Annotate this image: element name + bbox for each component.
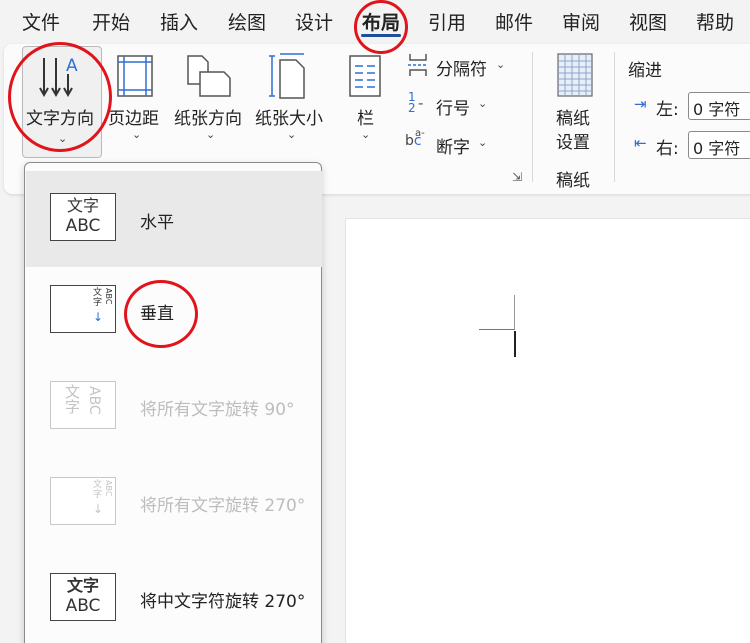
rotate-cjk-text-icon: 文字 ABC — [50, 573, 116, 621]
indent-right-label: 右: — [656, 139, 679, 159]
tab-review[interactable]: 审阅 — [562, 8, 600, 35]
group-divider — [532, 52, 533, 182]
indent-right-input[interactable]: 0 字符 — [688, 131, 750, 159]
indent-left-label: 左: — [656, 100, 679, 120]
columns-button[interactable]: 栏 — [357, 104, 374, 129]
chevron-down-icon: ⌄ — [478, 97, 488, 110]
menu-item-rotate-cjk-270[interactable]: 文字 ABC 将中文字符旋转 270° — [26, 555, 322, 643]
horizontal-text-icon: 文字 ABC — [50, 193, 116, 241]
menu-item-label: 水平 — [140, 213, 174, 233]
tab-insert[interactable]: 插入 — [160, 8, 198, 35]
menu-item-label: 将中文字符旋转 270° — [140, 592, 306, 612]
columns-icon[interactable] — [348, 54, 382, 98]
menu-item-horizontal[interactable]: 文字 ABC 水平 — [26, 171, 322, 267]
active-tab-indicator — [361, 34, 401, 37]
tab-file[interactable]: 文件 — [22, 8, 60, 35]
margin-corner-mark — [514, 295, 515, 329]
tab-home[interactable]: 开始 — [92, 8, 130, 35]
document-page[interactable] — [345, 218, 750, 643]
rotate-90-text-icon: 文字 ABC — [50, 381, 116, 429]
tab-draw[interactable]: 绘图 — [228, 8, 266, 35]
indent-right-icon: ⇤ — [634, 134, 647, 152]
menu-item-label: 将所有文字旋转 270° — [140, 496, 306, 516]
chevron-down-icon: ⌄ — [206, 128, 216, 141]
hyphenation-icon-sup: a- — [415, 128, 425, 139]
text-cursor — [514, 331, 516, 357]
chevron-down-icon: ⌄ — [58, 132, 68, 145]
menu-item-vertical[interactable]: 文字 ABC ↓ 垂直 — [26, 267, 322, 363]
line-numbers-icon: 12 — [408, 90, 416, 115]
dialog-launcher-icon[interactable]: ⇲ — [512, 170, 522, 184]
text-direction-dropdown: 文字 ABC 水平 文字 ABC ↓ 垂直 文字 ABC 将所有文字旋转 90°… — [24, 162, 322, 643]
indent-title: 缩进 — [628, 61, 662, 81]
breaks-icon — [408, 54, 428, 76]
menu-item-label: 垂直 — [140, 304, 174, 324]
chevron-down-icon: ⌄ — [361, 128, 371, 141]
rotate-270-text-icon: 文字 ABC ↓ — [50, 477, 116, 525]
ribbon-tabs: 文件 开始 插入 绘图 设计 布局 引用 邮件 审阅 视图 帮助 — [0, 0, 750, 42]
vertical-text-icon: 文字 ABC ↓ — [50, 285, 116, 333]
paper-size-button[interactable]: 纸张大小 — [255, 104, 323, 129]
draft-group-label: 稿纸 — [556, 171, 590, 191]
group-divider — [614, 52, 615, 182]
menu-item-rotate-90: 文字 ABC 将所有文字旋转 90° — [26, 363, 322, 459]
orientation-button[interactable]: 纸张方向 — [174, 104, 242, 129]
chevron-down-icon: ⌄ — [478, 136, 488, 149]
hyphenation-button[interactable]: 断字 — [436, 133, 470, 158]
indent-left-input[interactable]: 0 字符 — [688, 92, 750, 120]
draft-paper-label-1[interactable]: 稿纸 — [556, 104, 590, 129]
draft-paper-icon[interactable] — [556, 52, 594, 98]
tab-design[interactable]: 设计 — [295, 8, 333, 35]
text-direction-icon: A — [39, 56, 78, 98]
chevron-down-icon: ⌄ — [496, 58, 506, 71]
tab-view[interactable]: 视图 — [629, 8, 667, 35]
margin-corner-mark — [479, 329, 515, 330]
breaks-button[interactable]: 分隔符 — [436, 55, 487, 80]
tab-mailings[interactable]: 邮件 — [495, 8, 533, 35]
orientation-icon[interactable] — [186, 54, 234, 98]
menu-item-rotate-270: 文字 ABC ↓ 将所有文字旋转 270° — [26, 459, 322, 555]
margins-icon[interactable] — [116, 54, 156, 98]
draft-paper-label-2[interactable]: 设置 — [556, 128, 590, 153]
chevron-down-icon: ⌄ — [287, 128, 297, 141]
line-numbers-icon-dashes: - — [418, 94, 424, 112]
chevron-down-icon: ⌄ — [132, 128, 142, 141]
tab-references[interactable]: 引用 — [428, 8, 466, 35]
line-numbers-button[interactable]: 行号 — [436, 94, 470, 119]
tab-layout[interactable]: 布局 — [362, 8, 400, 35]
tab-help[interactable]: 帮助 — [696, 8, 734, 35]
margins-button[interactable]: 页边距 — [108, 104, 159, 129]
menu-item-label: 将所有文字旋转 90° — [140, 400, 295, 420]
svg-text:A: A — [66, 56, 78, 76]
paper-size-icon[interactable] — [268, 52, 308, 100]
indent-left-icon: ⇥ — [634, 95, 647, 113]
text-direction-label: 文字方向 — [26, 109, 94, 129]
